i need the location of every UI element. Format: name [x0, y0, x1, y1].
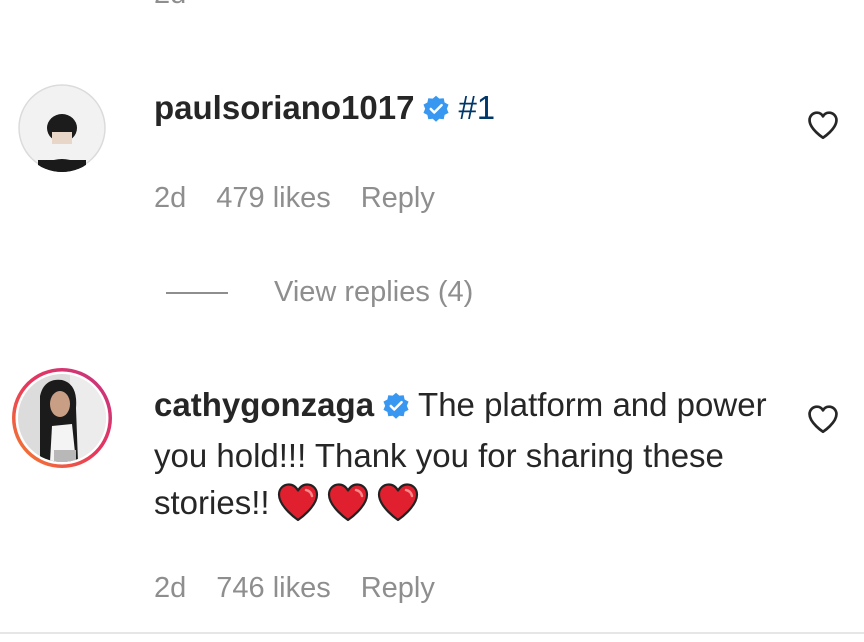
verified-badge-icon [422, 88, 450, 135]
red-heart-emoji [376, 482, 420, 534]
like-button[interactable] [806, 402, 840, 441]
comment-likes[interactable]: 479 likes [216, 182, 330, 214]
red-heart-emoji [276, 482, 320, 534]
avatar[interactable] [10, 366, 114, 470]
comment-time[interactable]: 2d [154, 182, 186, 214]
comment-body: cathygonzaga The platform and power you h… [154, 381, 774, 534]
red-heart-emoji [326, 482, 370, 534]
comment-time[interactable]: 2d [154, 572, 186, 604]
view-replies-line [166, 291, 228, 294]
comment-likes[interactable]: 746 likes [216, 572, 330, 604]
comment-mention[interactable]: #1 [458, 89, 495, 126]
verified-badge-icon [382, 385, 410, 432]
comment-username[interactable]: cathygonzaga [154, 386, 374, 423]
previous-comment-time: 2d [154, 0, 186, 11]
comment-meta: 2d 479 likes Reply [154, 182, 465, 215]
comment-meta: 2d 746 likes Reply [154, 572, 465, 605]
divider [0, 632, 864, 634]
avatar-story-ring [12, 368, 112, 468]
avatar-image [18, 84, 106, 172]
comment-body: paulsoriano1017 #1 [154, 84, 774, 135]
view-replies-button[interactable]: View replies (4) [166, 276, 473, 309]
comment-username[interactable]: paulsoriano1017 [154, 89, 414, 126]
heart-outline-icon [808, 405, 838, 434]
view-replies-label: View replies (4) [274, 276, 474, 308]
heart-outline-icon [808, 111, 838, 140]
reply-button[interactable]: Reply [361, 572, 435, 604]
comments-panel: 2d paulsoriano1017 #1 2d 479 likes Reply [0, 0, 864, 642]
reply-button[interactable]: Reply [361, 182, 435, 214]
like-button[interactable] [806, 108, 840, 147]
avatar[interactable] [18, 84, 106, 172]
